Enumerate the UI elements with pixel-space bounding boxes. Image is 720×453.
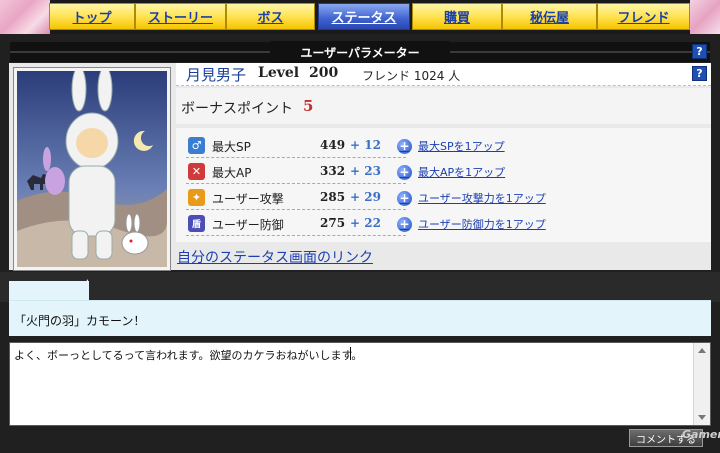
sp-icon: ♂ xyxy=(188,137,205,154)
stat-row-max-ap: ✕ 最大AP 332 + 23 xyxy=(186,161,406,184)
stat-value: 332 xyxy=(320,164,346,178)
tab-boss[interactable]: ボス xyxy=(226,3,315,30)
plus-icon: + xyxy=(397,138,412,154)
upgrade-label: ユーザー攻撃力を1アップ xyxy=(418,192,546,205)
nav-decoration-left xyxy=(0,0,50,34)
section-help-icon[interactable]: ? xyxy=(692,44,707,59)
upgrade-defense-link[interactable]: + ユーザー防御力を1アップ xyxy=(397,215,546,233)
upgrade-max-sp-link[interactable]: + 最大SPを1アップ xyxy=(397,137,505,155)
stat-row-user-attack: ✦ ユーザー攻撃 285 + 29 xyxy=(186,187,406,210)
tab-story[interactable]: ストーリー xyxy=(135,3,226,30)
stat-row-user-defense: 盾 ユーザー防御 275 + 22 xyxy=(186,213,406,236)
bunny-costume-icon xyxy=(17,71,167,267)
stat-name: ユーザー防御 xyxy=(212,218,284,232)
stat-row-max-sp: ♂ 最大SP 449 + 12 xyxy=(186,135,406,158)
upgrade-attack-link[interactable]: + ユーザー攻撃力を1アップ xyxy=(397,189,546,207)
plus-icon: + xyxy=(397,164,412,180)
tab-top[interactable]: トップ xyxy=(49,3,135,30)
upgrade-label: 最大APを1アップ xyxy=(418,166,506,179)
plus-icon: + xyxy=(397,190,412,206)
tab-shop[interactable]: 購買 xyxy=(412,3,502,30)
bonus-points-value: 5 xyxy=(303,97,314,115)
stat-name: 最大AP xyxy=(212,166,252,180)
stat-name: ユーザー攻撃 xyxy=(212,192,284,206)
watermark: Gamer xyxy=(682,428,720,441)
stat-bonus: + 23 xyxy=(350,164,381,178)
plus-icon: + xyxy=(397,216,412,232)
upgrade-max-ap-link[interactable]: + 最大APを1アップ xyxy=(397,163,505,181)
stat-name: 最大SP xyxy=(212,140,251,154)
upgrade-label: 最大SPを1アップ xyxy=(418,140,505,153)
speech-bubble-text: 「火門の羽」カモーン！ xyxy=(14,314,146,328)
profile-help-icon[interactable]: ? xyxy=(692,66,707,81)
upgrade-label: ユーザー防御力を1アップ xyxy=(418,218,546,231)
stat-bonus: + 29 xyxy=(350,190,381,204)
attack-icon: ✦ xyxy=(188,189,205,206)
tab-secret-shop[interactable]: 秘伝屋 xyxy=(502,3,597,30)
nav-decoration-right xyxy=(690,0,720,34)
friend-count: フレンド 1024 人 xyxy=(362,69,461,83)
section-title: ユーザーパラメーター xyxy=(270,41,450,63)
level-value: 200 xyxy=(309,65,339,81)
tab-friend[interactable]: フレンド xyxy=(597,3,690,30)
scroll-up-icon[interactable] xyxy=(698,348,706,353)
stat-value: 285 xyxy=(320,190,346,204)
user-name: 月見男子 xyxy=(186,66,247,84)
stat-value: 449 xyxy=(320,138,346,152)
level-label: Level xyxy=(258,65,300,81)
ap-icon: ✕ xyxy=(188,163,205,180)
tab-status[interactable]: ステータス xyxy=(318,3,410,30)
bonus-points-label: ボーナスポイント xyxy=(181,101,293,117)
speech-bubble-tip xyxy=(70,279,88,301)
status-page-link[interactable]: 自分のステータス画面のリンク xyxy=(177,247,373,267)
textarea-scrollbar[interactable] xyxy=(693,343,710,425)
comment-header-strip xyxy=(0,272,720,302)
avatar xyxy=(17,71,167,267)
stat-bonus: + 12 xyxy=(350,138,381,152)
text-caret xyxy=(350,347,351,360)
defense-icon: 盾 xyxy=(188,215,205,232)
comment-textarea-value: よく、ボーっとしてるって言われます。欲望のカケラおねがいします。 xyxy=(14,349,363,362)
scroll-down-icon[interactable] xyxy=(698,415,706,420)
stat-bonus: + 22 xyxy=(350,216,381,230)
stat-value: 275 xyxy=(320,216,346,230)
